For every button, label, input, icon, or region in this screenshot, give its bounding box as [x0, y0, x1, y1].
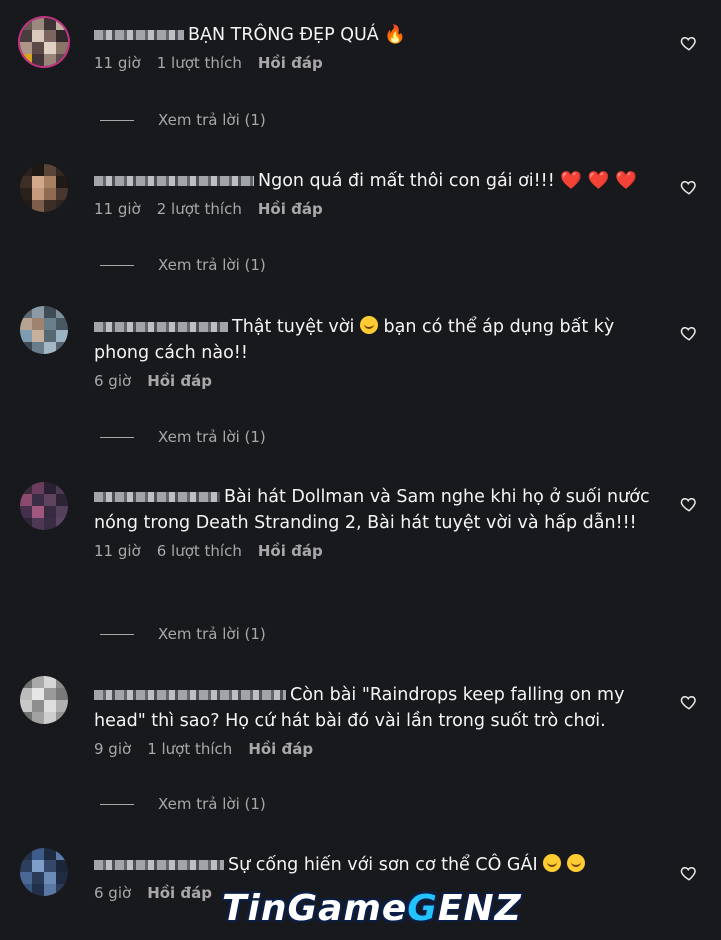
comment-text: Ngon quá đi mất thôi con gái ơi!!! ❤️ ❤️…	[94, 168, 654, 194]
comment-text: Còn bài "Raindrops keep falling on my he…	[94, 685, 625, 731]
username-redacted[interactable]	[94, 690, 286, 700]
username-redacted[interactable]	[94, 30, 184, 40]
red-heart-emoji: ❤️ ❤️ ❤️	[560, 171, 637, 191]
grinning-squint-emoji	[359, 316, 378, 334]
weary-face-emoji	[566, 854, 585, 872]
divider-line	[100, 633, 134, 635]
like-heart-icon[interactable]	[680, 864, 698, 882]
comment-time: 11 giờ	[94, 54, 141, 72]
comment-text: BẠN TRÔNG ĐẸP QUÁ 🔥	[94, 22, 654, 48]
comment-text: Sự cống hiến với sơn cơ thể CÔ GÁI	[94, 852, 654, 878]
comment-text: Bài hát Dollman và Sam nghe khi họ ở suố…	[94, 487, 650, 533]
like-heart-icon[interactable]	[680, 178, 698, 196]
divider-line	[100, 119, 134, 121]
weary-face-emoji	[543, 854, 562, 872]
comment-meta: 11 giờ 1 lượt thích Hồi đáp	[94, 54, 654, 72]
avatar[interactable]	[20, 18, 68, 66]
reply-button[interactable]: Hồi đáp	[147, 884, 212, 902]
like-count[interactable]: 1 lượt thích	[157, 54, 242, 72]
comment-time: 6 giờ	[94, 884, 132, 902]
reply-button[interactable]: Hồi đáp	[248, 740, 313, 758]
divider-line	[100, 264, 134, 266]
comment-meta: 6 giờ Hồi đáp	[94, 372, 654, 390]
username-redacted[interactable]	[94, 176, 254, 186]
comment-text: Thật tuyệt vời bạn có thể áp dụng bất kỳ…	[94, 316, 615, 363]
avatar[interactable]	[20, 306, 68, 354]
comment-time: 6 giờ	[94, 372, 132, 390]
avatar[interactable]	[20, 482, 68, 530]
comment-time: 11 giờ	[94, 542, 141, 560]
username-redacted[interactable]	[94, 860, 224, 870]
view-replies-button[interactable]: Xem trả lời (1)	[100, 795, 266, 813]
like-count[interactable]: 6 lượt thích	[157, 542, 242, 560]
view-replies-button[interactable]: Xem trả lời (1)	[100, 625, 266, 643]
view-replies-button[interactable]: Xem trả lời (1)	[100, 111, 266, 129]
like-count[interactable]: 1 lượt thích	[147, 740, 232, 758]
divider-line	[100, 803, 134, 805]
like-heart-icon[interactable]	[680, 495, 698, 513]
like-count[interactable]: 2 lượt thích	[157, 200, 242, 218]
reply-button[interactable]: Hồi đáp	[258, 542, 323, 560]
like-heart-icon[interactable]	[680, 693, 698, 711]
username-redacted[interactable]	[94, 492, 220, 502]
view-replies-button[interactable]: Xem trả lời (1)	[100, 428, 266, 446]
view-replies-button[interactable]: Xem trả lời (1)	[100, 256, 266, 274]
avatar[interactable]	[20, 164, 68, 212]
divider-line	[100, 436, 134, 438]
reply-button[interactable]: Hồi đáp	[258, 200, 323, 218]
username-redacted[interactable]	[94, 322, 228, 332]
site-watermark: TinGameGENZ	[222, 888, 522, 929]
fire-emoji: 🔥	[384, 25, 407, 45]
comment-time: 9 giờ	[94, 740, 132, 758]
reply-button[interactable]: Hồi đáp	[258, 54, 323, 72]
comment-meta: 11 giờ 2 lượt thích Hồi đáp	[94, 200, 654, 218]
comment-meta: 9 giờ 1 lượt thích Hồi đáp	[94, 740, 654, 758]
comment-time: 11 giờ	[94, 200, 141, 218]
like-heart-icon[interactable]	[680, 34, 698, 52]
avatar[interactable]	[20, 848, 68, 896]
avatar[interactable]	[20, 676, 68, 724]
like-heart-icon[interactable]	[680, 324, 698, 342]
reply-button[interactable]: Hồi đáp	[147, 372, 212, 390]
comment-meta: 11 giờ 6 lượt thích Hồi đáp	[94, 542, 654, 560]
